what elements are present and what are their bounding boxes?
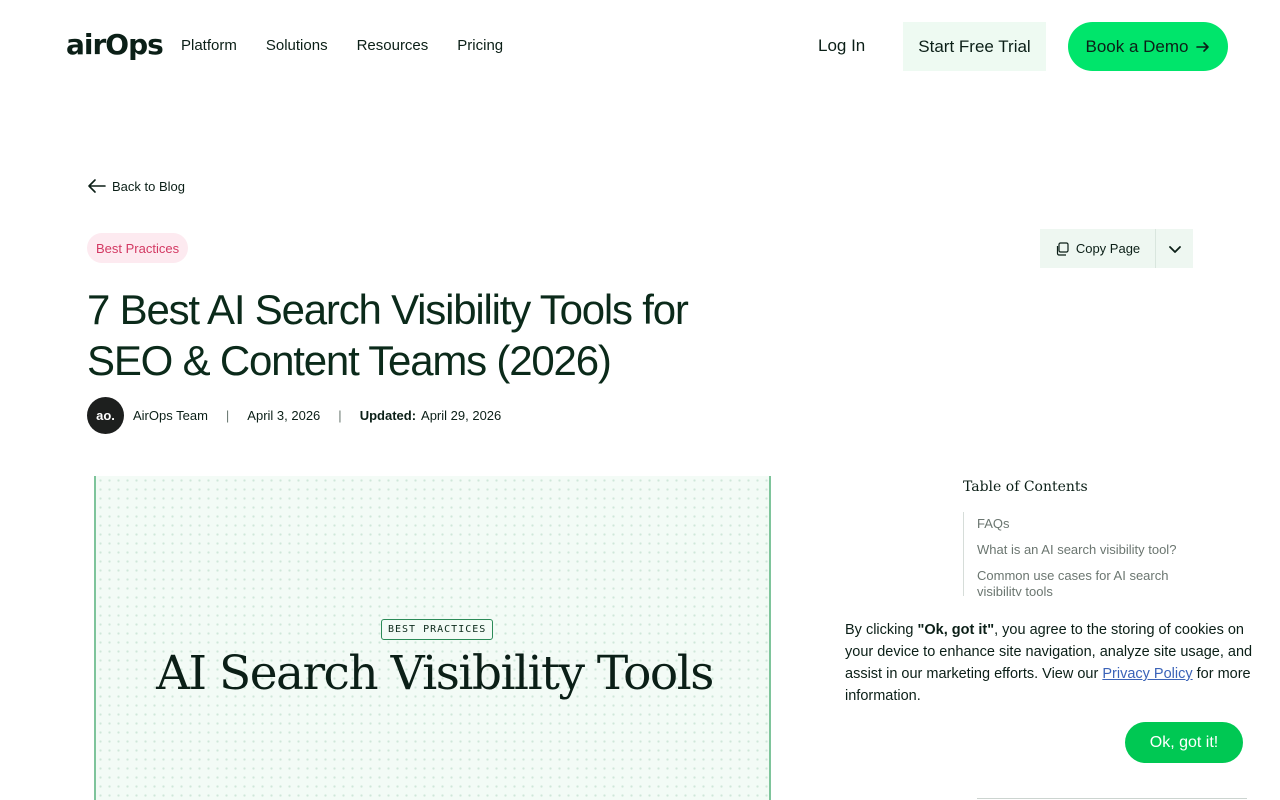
author-name: AirOps Team (133, 408, 208, 423)
back-to-blog-label: Back to Blog (112, 178, 185, 194)
airops-logo[interactable]: airOps (66, 28, 164, 61)
meta-separator: | (225, 408, 230, 423)
toc-title: Table of Contents (963, 479, 1088, 495)
toc-item-what-is[interactable]: What is an AI search visibility tool? (977, 542, 1193, 558)
copy-page-label: Copy Page (1075, 241, 1141, 256)
article-title: 7 Best AI Search Visibility Tools for SE… (87, 286, 689, 384)
cookie-banner: By clicking "Ok, got it", you agree to t… (827, 596, 1280, 800)
toc-item-use-cases[interactable]: Common use cases for AI search visibilit… (977, 568, 1193, 596)
publish-date: April 3, 2026 (247, 408, 321, 423)
hero-image: BEST PRACTICES AI Search Visibility Tool… (94, 476, 771, 800)
chevron-down-icon (1168, 245, 1181, 253)
nav-platform[interactable]: Platform (181, 37, 237, 54)
nav-solutions[interactable]: Solutions (266, 37, 328, 54)
back-to-blog-link[interactable]: Back to Blog (87, 178, 185, 194)
start-free-trial-button[interactable]: Start Free Trial (903, 22, 1046, 71)
site-header: airOps Platform Solutions Resources Pric… (0, 0, 1280, 92)
updated-label: Updated: (359, 408, 417, 423)
category-tag[interactable]: Best Practices (87, 233, 189, 263)
hero-badge: BEST PRACTICES (381, 619, 494, 640)
privacy-policy-link[interactable]: Privacy Policy (1102, 666, 1192, 682)
nav-pricing[interactable]: Pricing (457, 37, 503, 54)
author-meta: ao. AirOps Team | April 3, 2026 | Update… (87, 397, 501, 434)
cookie-text-part1: By clicking (845, 622, 918, 638)
divider (977, 798, 1247, 799)
ok-got-it-button[interactable]: Ok, got it! (1125, 722, 1243, 763)
main-nav: Platform Solutions Resources Pricing (181, 37, 503, 54)
nav-resources[interactable]: Resources (357, 37, 429, 54)
login-link[interactable]: Log In (818, 36, 865, 56)
copy-page-dropdown[interactable] (1156, 229, 1193, 268)
copy-icon (1056, 241, 1069, 256)
book-demo-label: Book a Demo (1085, 36, 1189, 56)
toc-item-faqs[interactable]: FAQs (977, 516, 1193, 532)
updated-date: April 29, 2026 (421, 408, 502, 423)
arrow-left-icon (88, 179, 106, 193)
book-demo-button[interactable]: Book a Demo (1068, 22, 1228, 71)
toc-list: FAQs What is an AI search visibility too… (963, 512, 1193, 596)
copy-page-group: Copy Page (1040, 229, 1193, 268)
cookie-text-bold: "Ok, got it" (917, 622, 995, 638)
cookie-text: By clicking "Ok, got it", you agree to t… (845, 619, 1255, 707)
hero-title: AI Search Visibility Tools (156, 646, 714, 701)
arrow-right-icon (1195, 41, 1209, 52)
copy-page-button[interactable]: Copy Page (1040, 229, 1156, 268)
meta-separator: | (338, 408, 342, 423)
author-avatar: ao. (87, 397, 124, 434)
